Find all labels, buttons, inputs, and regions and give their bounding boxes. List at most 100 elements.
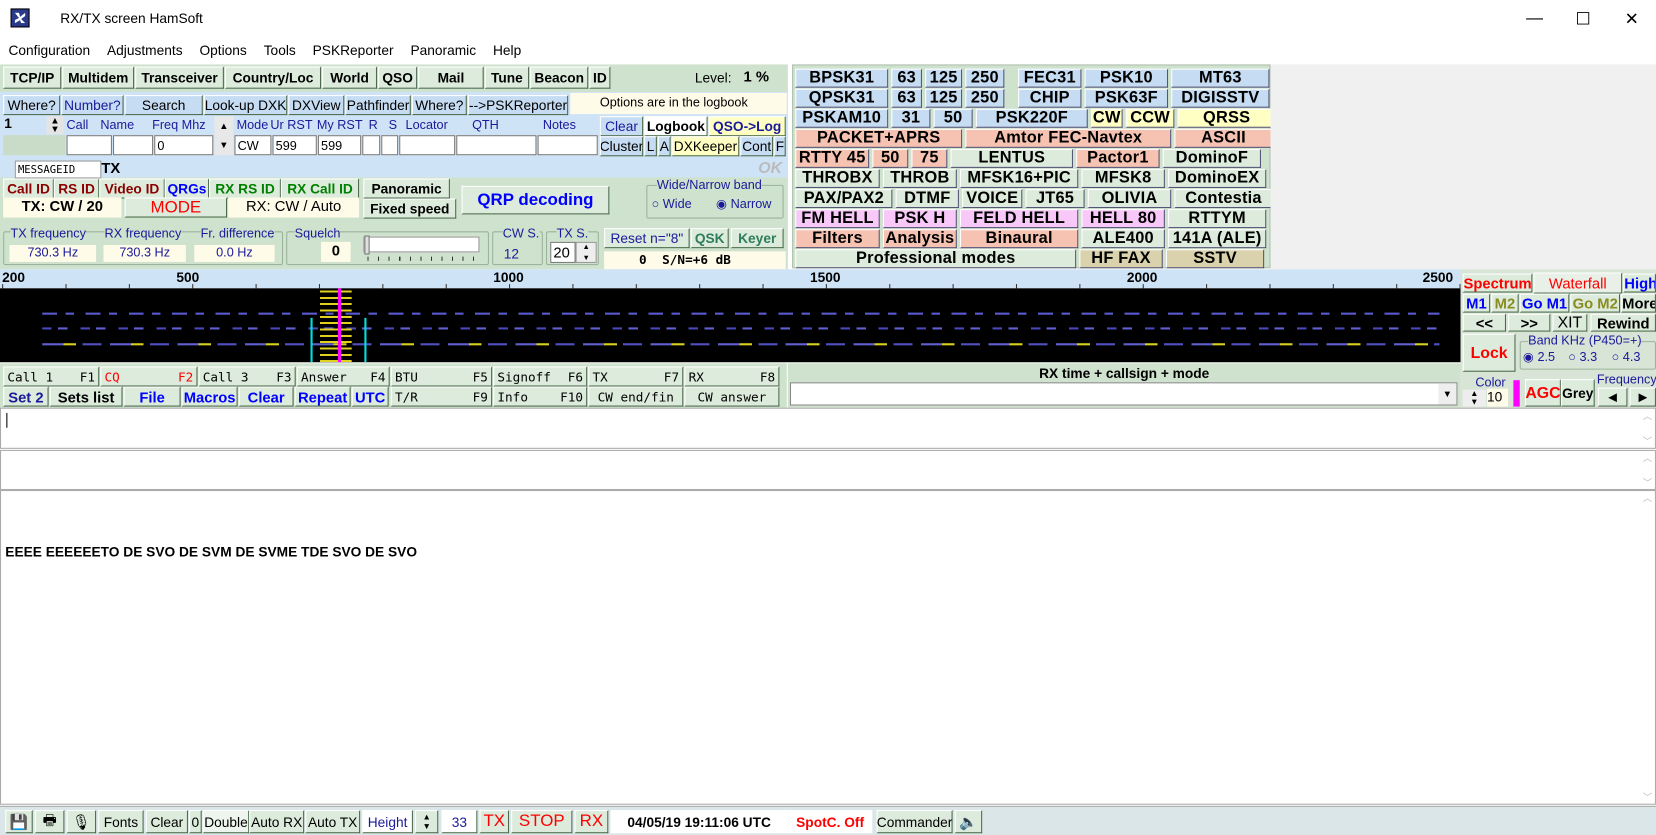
mode-button-bpsk31[interactable]: BPSK31 [795, 68, 889, 88]
call-id-button[interactable]: Call ID [3, 178, 54, 199]
id-button[interactable]: ID [589, 66, 611, 89]
mode-button-250[interactable]: 250 [965, 88, 1005, 108]
maximize-button[interactable]: ☐ [1559, 0, 1608, 38]
mode-field[interactable]: CW [234, 135, 272, 156]
mode-button-63[interactable]: 63 [891, 68, 922, 88]
mode-button-50[interactable]: 50 [872, 148, 909, 168]
macro-cq[interactable]: CQ F2 [100, 366, 198, 387]
mode-button-contestia[interactable]: Contestia [1174, 189, 1273, 209]
name-field[interactable] [66, 135, 112, 156]
mode-button-olivia[interactable]: OLIVIA [1087, 189, 1172, 209]
mode-button-cw[interactable]: CW [1090, 108, 1123, 128]
mode-button-filters[interactable]: Filters [795, 229, 880, 249]
mode-button-psk63f[interactable]: PSK63F [1084, 88, 1169, 108]
macro-signoff[interactable]: Signoff F6 [493, 366, 588, 387]
mode-button-141a-ale-[interactable]: 141A (ALE) [1168, 229, 1267, 249]
my-rst-field[interactable]: 599 [317, 135, 362, 156]
ok-button[interactable]: OK [758, 159, 782, 177]
log-index-spinner[interactable]: ▲ ▼ [46, 116, 64, 135]
mode-button-throb[interactable]: THROB [882, 168, 957, 188]
macro-sets-list-button[interactable]: Sets list [49, 386, 123, 407]
freq-field[interactable]: 0 [154, 135, 214, 156]
mode-button-hf-fax[interactable]: HF FAX [1079, 249, 1163, 269]
macro-t-r[interactable]: T/R F9 [390, 386, 493, 407]
rx-text-area[interactable]: EEEE EEEEEETO DE SVO DE SVM DE SVME TDE … [0, 490, 1656, 805]
menu-help[interactable]: Help [485, 39, 530, 62]
scrollbar[interactable]: ︿ ﹀ [1640, 491, 1655, 804]
mode-button-31[interactable]: 31 [891, 108, 931, 128]
tune-button[interactable]: Tune [484, 66, 530, 89]
mode-button-analysis[interactable]: Analysis [882, 229, 957, 249]
rx-marker[interactable] [337, 288, 342, 363]
macro-cw-end-fin[interactable]: CW end/fin [588, 386, 684, 407]
mode-button-rtty-45[interactable]: RTTY 45 [795, 148, 870, 168]
chevron-down-icon[interactable]: ▼ [1438, 383, 1457, 405]
rewind-button[interactable]: Rewind [1590, 313, 1656, 332]
go-m2-button[interactable]: Go M2 [1570, 293, 1621, 313]
a-button[interactable]: A [657, 136, 671, 157]
where-button-2[interactable]: Where? [411, 95, 467, 116]
tx-speed-field[interactable]: 20 [550, 241, 576, 263]
mode-button-mfsk16-pic[interactable]: MFSK16+PIC [959, 168, 1079, 188]
prev-button[interactable]: << [1462, 313, 1506, 332]
scrollbar[interactable]: ︿ ﹀ [1640, 451, 1655, 489]
macro-clear-button[interactable]: Clear [238, 386, 294, 407]
logbook-button[interactable]: Logbook [644, 116, 708, 137]
mode-button-voice[interactable]: VOICE [962, 189, 1023, 209]
save-icon[interactable]: 💾 [5, 810, 33, 834]
mode-button-binaural[interactable]: Binaural [959, 229, 1079, 249]
menu-panoramic[interactable]: Panoramic [402, 39, 485, 62]
multidem-button[interactable]: Multidem [62, 66, 135, 89]
cont-button[interactable]: Cont [740, 136, 774, 157]
f-button[interactable]: F [774, 136, 786, 157]
macro-tx[interactable]: TX F7 [588, 366, 684, 387]
height-value[interactable]: 33 [441, 810, 478, 834]
search-button[interactable]: Search [124, 95, 203, 116]
mode-button-dominof[interactable]: DominoF [1162, 148, 1261, 168]
mode-button-ascii[interactable]: ASCII [1174, 128, 1273, 148]
macro-call-3[interactable]: Call 3 F3 [198, 366, 296, 387]
bandwidth-marker-right[interactable] [364, 317, 367, 363]
mode-button-psk10[interactable]: PSK10 [1084, 68, 1169, 88]
m1-button[interactable]: M1 [1462, 293, 1491, 313]
agc-button[interactable]: AGC [1525, 379, 1561, 407]
name-field-2[interactable] [113, 135, 154, 156]
mode-button-packet-aprs[interactable]: PACKET+APRS [795, 128, 963, 148]
wide-radio[interactable]: ○ Wide [652, 196, 692, 211]
color-spinner[interactable]: ▲ ▼ [1462, 389, 1486, 407]
tx-input-box[interactable]: ︿ ﹀ [0, 407, 1656, 449]
panoramic-button[interactable]: Panoramic [363, 178, 450, 199]
waterfall-display[interactable] [0, 288, 1461, 363]
mode-button-ccw[interactable]: CCW [1125, 108, 1175, 128]
r-field[interactable] [362, 135, 381, 156]
macro-btu[interactable]: BTU F5 [390, 366, 493, 387]
tx-button[interactable]: TX [479, 810, 510, 834]
zero-button[interactable]: 0 [189, 810, 202, 834]
reset-button[interactable]: Reset n="8" [604, 228, 690, 249]
mode-button-pskam10[interactable]: PSKAM10 [795, 108, 889, 128]
cluster-button[interactable]: Cluster [599, 136, 644, 157]
macro-file-button[interactable]: File [123, 386, 181, 407]
print-icon[interactable]: 🖶 [34, 810, 65, 834]
transceiver-button[interactable]: Transceiver [135, 66, 224, 89]
mode-button-lentus[interactable]: LENTUS [950, 148, 1073, 168]
rs-id-button[interactable]: RS ID [53, 178, 100, 199]
rx-rs-id-button[interactable]: RX RS ID [209, 178, 281, 199]
m2-button[interactable]: M2 [1491, 293, 1519, 313]
mode-button-mt63[interactable]: MT63 [1171, 68, 1270, 88]
go-m1-button[interactable]: Go M1 [1519, 293, 1570, 313]
mode-button-50[interactable]: 50 [933, 108, 973, 128]
macro-info[interactable]: Info F10 [493, 386, 588, 407]
qso-log-button[interactable]: QSO->Log [708, 116, 786, 137]
macro-cw-answer[interactable]: CW answer [684, 386, 780, 407]
mode-button-fm-hell[interactable]: FM HELL [795, 209, 880, 229]
waterfall-button[interactable]: Waterfall [1533, 272, 1623, 294]
band-radio-3-3[interactable]: ○ 3.3 [1568, 350, 1597, 365]
mode-button-ale400[interactable]: ALE400 [1081, 229, 1165, 249]
close-button[interactable]: ✕ [1607, 0, 1656, 38]
mode-button-psk220f[interactable]: PSK220F [975, 108, 1088, 128]
mode-button-hell-80[interactable]: HELL 80 [1081, 209, 1165, 229]
minimize-button[interactable]: — [1510, 0, 1559, 38]
next-button[interactable]: >> [1508, 313, 1551, 332]
qrgs-button[interactable]: QRGs [164, 178, 210, 199]
